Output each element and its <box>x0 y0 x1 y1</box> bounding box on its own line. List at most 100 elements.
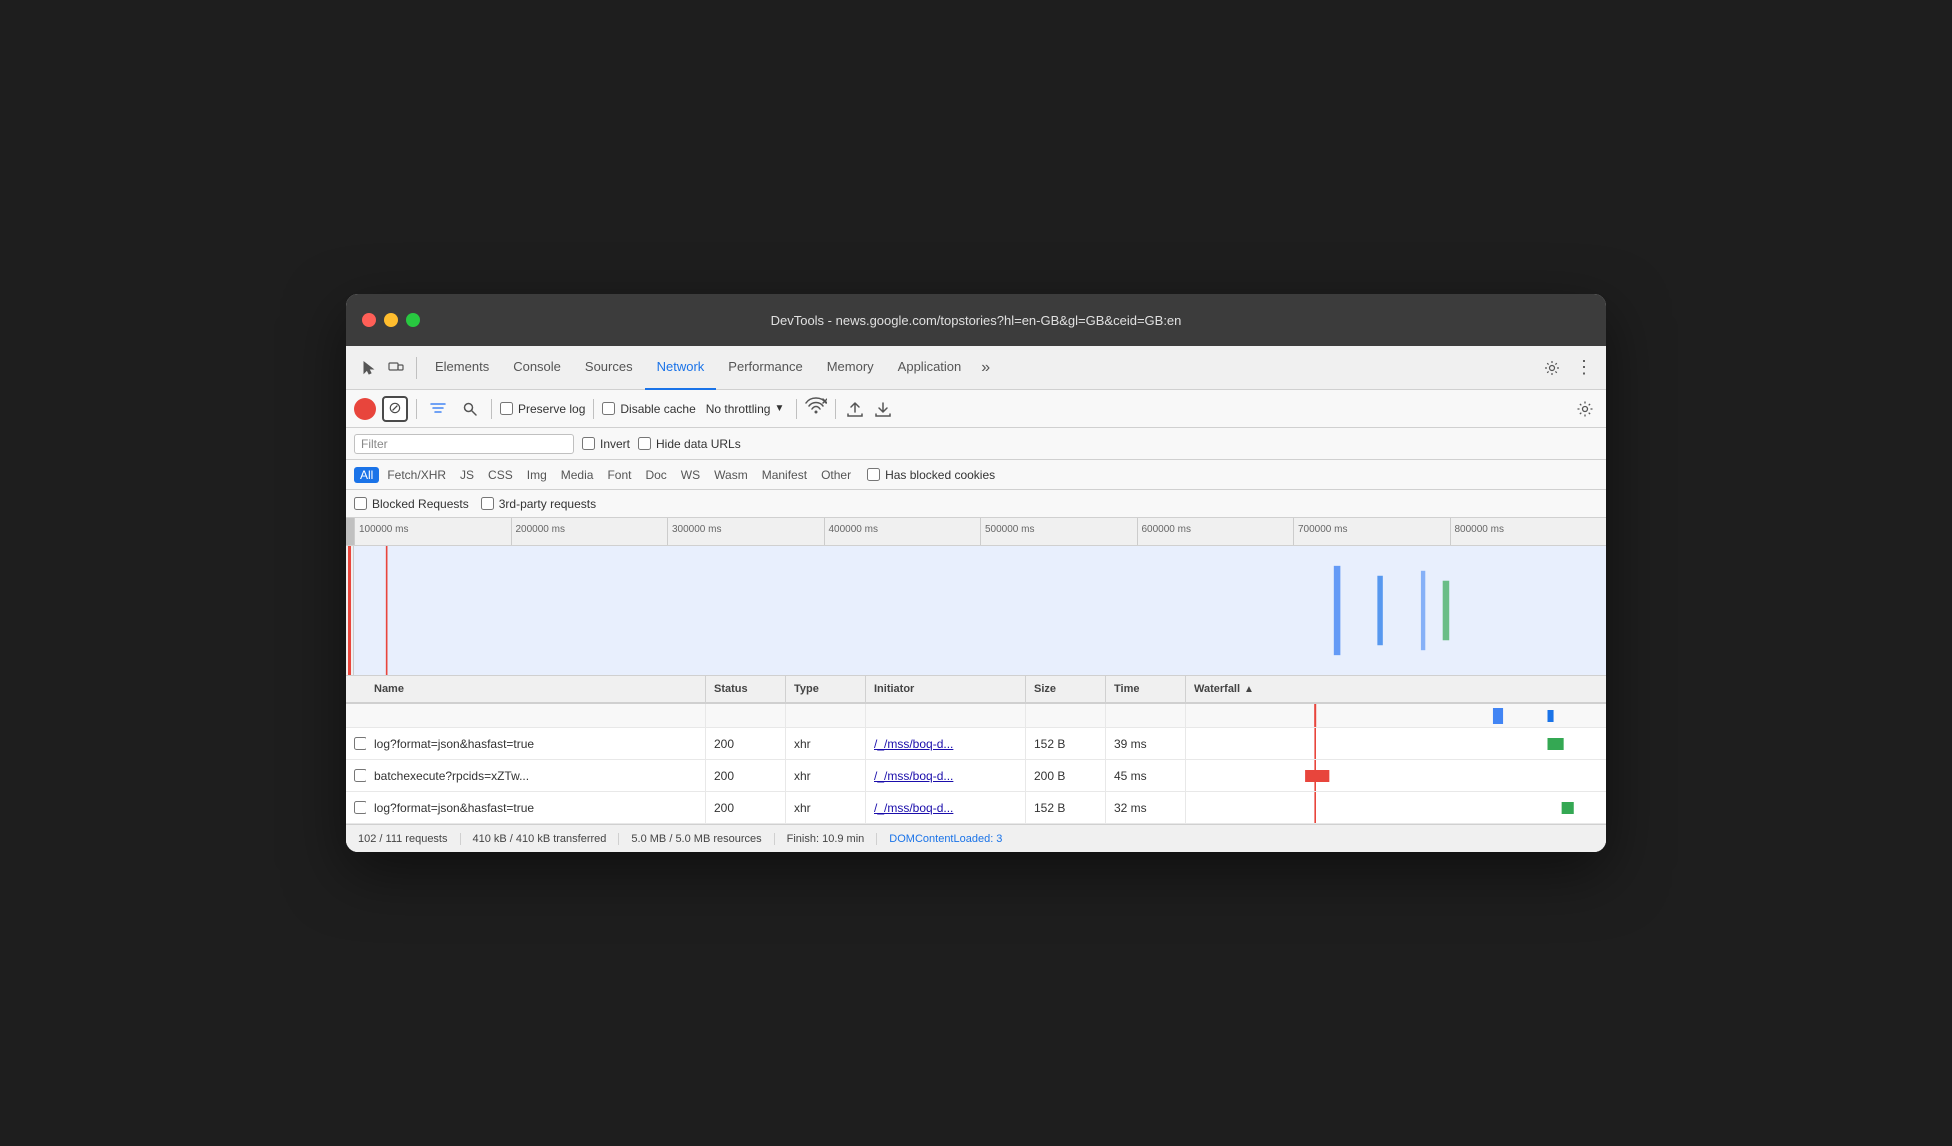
tick-3: 300000 ms <box>667 518 824 545</box>
tab-elements[interactable]: Elements <box>423 346 501 390</box>
tab-memory[interactable]: Memory <box>815 346 886 390</box>
type-filter-img[interactable]: Img <box>521 467 553 483</box>
timeline-drag-handle[interactable] <box>346 518 354 545</box>
row1-status: 200 <box>706 728 786 759</box>
row2-checkbox[interactable] <box>354 769 366 782</box>
table-row[interactable]: log?format=json&hasfast=true 200 xhr /_/… <box>346 792 1606 824</box>
has-blocked-cookies-wrap: Has blocked cookies <box>867 468 995 482</box>
has-blocked-cookies-input[interactable] <box>867 468 880 481</box>
network-separator-3 <box>593 399 594 419</box>
search-button[interactable] <box>457 396 483 422</box>
type-filter-all[interactable]: All <box>354 467 379 483</box>
col-header-status[interactable]: Status <box>706 676 786 702</box>
throttle-select[interactable]: No throttling ▼ <box>702 400 789 418</box>
network-settings-button[interactable] <box>1572 396 1598 422</box>
disable-cache-checkbox[interactable]: Disable cache <box>602 402 695 416</box>
type-filter-ws[interactable]: WS <box>675 467 706 483</box>
tab-console[interactable]: Console <box>501 346 573 390</box>
col-header-type[interactable]: Type <box>786 676 866 702</box>
third-party-checkbox[interactable]: 3rd-party requests <box>481 497 596 511</box>
row3-wf-svg <box>1194 792 1598 823</box>
blocked-requests-checkbox[interactable]: Blocked Requests <box>354 497 469 511</box>
maximize-button[interactable] <box>406 313 420 327</box>
col-header-name[interactable]: Name <box>366 676 706 702</box>
network-conditions-icon[interactable] <box>805 397 827 420</box>
row2-status: 200 <box>706 760 786 791</box>
network-separator-4 <box>796 399 797 419</box>
filter-input[interactable] <box>392 437 567 451</box>
type-filter-media[interactable]: Media <box>555 467 600 483</box>
blocked-requests-input[interactable] <box>354 497 367 510</box>
window-title: DevTools - news.google.com/topstories?hl… <box>771 313 1182 328</box>
record-button[interactable] <box>354 398 376 420</box>
traffic-lights <box>362 313 420 327</box>
type-filter-js[interactable]: JS <box>454 467 480 483</box>
col-header-size[interactable]: Size <box>1026 676 1106 702</box>
transferred-status: 410 kB / 410 kB transferred <box>461 833 620 845</box>
disable-cache-input[interactable] <box>602 402 615 415</box>
network-toolbar: ⊘ Preserve log Disable cach <box>346 390 1606 428</box>
filter-button[interactable] <box>425 396 451 422</box>
col-header-waterfall[interactable]: Waterfall ▲ <box>1186 676 1606 702</box>
row3-type: xhr <box>786 792 866 823</box>
timeline-chart-area <box>354 546 1606 675</box>
close-button[interactable] <box>362 313 376 327</box>
timeline-chart-sidebar <box>346 546 354 675</box>
spacer-size-1 <box>1026 704 1106 727</box>
spacer-name-1 <box>366 704 706 727</box>
tick-8: 800000 ms <box>1450 518 1607 545</box>
tick-2: 200000 ms <box>511 518 668 545</box>
tab-application[interactable]: Application <box>886 346 974 390</box>
invert-checkbox[interactable]: Invert <box>582 437 630 451</box>
more-options-icon[interactable]: ⋮ <box>1570 354 1598 382</box>
timeline-header: 100000 ms 200000 ms 300000 ms 400000 ms … <box>346 518 1606 546</box>
type-filter-fetch-xhr[interactable]: Fetch/XHR <box>381 467 452 483</box>
minimize-button[interactable] <box>384 313 398 327</box>
row3-checkbox[interactable] <box>354 801 366 814</box>
clear-button[interactable]: ⊘ <box>382 396 408 422</box>
type-filter-font[interactable]: Font <box>601 467 637 483</box>
preserve-log-checkbox[interactable]: Preserve log <box>500 402 585 416</box>
table-row[interactable]: batchexecute?rpcids=xZTw... 200 xhr /_/m… <box>346 760 1606 792</box>
row2-size: 200 B <box>1026 760 1106 791</box>
row3-time: 32 ms <box>1106 792 1186 823</box>
row1-checkbox[interactable] <box>354 737 366 750</box>
tab-performance[interactable]: Performance <box>716 346 814 390</box>
titlebar: DevTools - news.google.com/topstories?hl… <box>346 294 1606 346</box>
more-tabs-button[interactable]: » <box>973 359 998 377</box>
tab-network[interactable]: Network <box>645 346 717 390</box>
type-filter-doc[interactable]: Doc <box>639 467 672 483</box>
type-filter-other[interactable]: Other <box>815 467 857 483</box>
row1-size: 152 B <box>1026 728 1106 759</box>
device-toggle-icon[interactable] <box>382 354 410 382</box>
settings-icon[interactable] <box>1538 354 1566 382</box>
row2-type: xhr <box>786 760 866 791</box>
third-party-input[interactable] <box>481 497 494 510</box>
timeline-chart <box>346 546 1606 676</box>
row1-checkbox-cell <box>346 728 366 759</box>
type-filter-manifest[interactable]: Manifest <box>756 467 813 483</box>
filter-input-wrap: Filter <box>354 434 574 454</box>
waterfall-sort-icon: ▲ <box>1244 684 1254 695</box>
hide-data-urls-checkbox[interactable]: Hide data URLs <box>638 437 741 451</box>
import-har-button[interactable] <box>844 398 866 420</box>
preserve-log-input[interactable] <box>500 402 513 415</box>
resources-status: 5.0 MB / 5.0 MB resources <box>619 833 774 845</box>
col-header-initiator[interactable]: Initiator <box>866 676 1026 702</box>
invert-input[interactable] <box>582 437 595 450</box>
filter-row: Filter Invert Hide data URLs <box>346 428 1606 460</box>
throttle-arrow: ▼ <box>774 403 784 414</box>
dom-content-status[interactable]: DOMContentLoaded: 3 <box>877 833 1014 845</box>
export-har-button[interactable] <box>872 398 894 420</box>
type-filter-css[interactable]: CSS <box>482 467 519 483</box>
table-row[interactable]: log?format=json&hasfast=true 200 xhr /_/… <box>346 728 1606 760</box>
table-row-header-waterfall <box>346 704 1606 728</box>
type-filter-wasm[interactable]: Wasm <box>708 467 754 483</box>
tab-sources[interactable]: Sources <box>573 346 645 390</box>
checkbox-row: Blocked Requests 3rd-party requests <box>346 490 1606 518</box>
col-header-time[interactable]: Time <box>1106 676 1186 702</box>
device-svg <box>388 360 404 376</box>
cursor-icon[interactable] <box>354 354 382 382</box>
hide-data-urls-input[interactable] <box>638 437 651 450</box>
row2-time: 45 ms <box>1106 760 1186 791</box>
